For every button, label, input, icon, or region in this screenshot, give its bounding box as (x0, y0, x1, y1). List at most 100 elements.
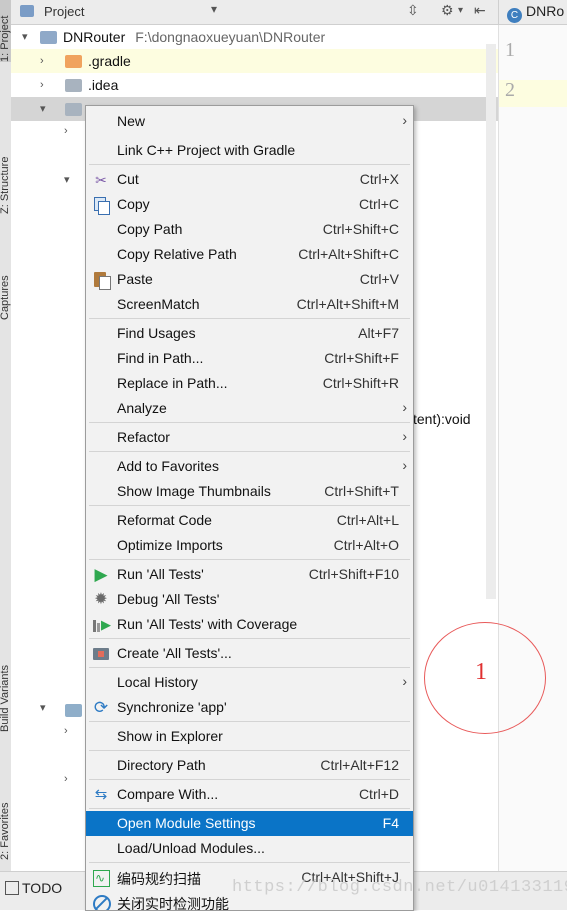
tree-item-label: .idea (88, 77, 119, 93)
line-number: 1 (505, 39, 515, 61)
menu-item-optimize-imports[interactable]: Optimize Imports Ctrl+Alt+O (86, 533, 413, 558)
menu-item-label: Local History (117, 674, 198, 690)
menu-item-run-all-tests[interactable]: ▶ Run 'All Tests' Ctrl+Shift+F10 (86, 562, 413, 587)
menu-separator (89, 505, 410, 506)
menu-item-label: Open Module Settings (117, 815, 256, 831)
menu-item-replace-in-path[interactable]: Replace in Path... Ctrl+Shift+R (86, 371, 413, 396)
menu-item-run-with-coverage[interactable]: ▶ Run 'All Tests' with Coverage (86, 612, 413, 637)
menu-separator (89, 318, 410, 319)
root-project-name: DNRouter (63, 29, 126, 45)
menu-item-label: Load/Unload Modules... (117, 840, 265, 856)
menu-item-copy[interactable]: Copy Ctrl+C (86, 192, 413, 217)
menu-item-debug-all-tests[interactable]: ✹ Debug 'All Tests' (86, 587, 413, 612)
menu-item-shortcut: Ctrl+D (358, 786, 399, 802)
menu-separator (89, 422, 410, 423)
tree-scrollbar[interactable] (486, 44, 496, 599)
submenu-arrow-icon: › (402, 399, 407, 415)
menu-item-shortcut: Ctrl+Shift+F10 (308, 566, 399, 582)
module-folder-icon (40, 31, 57, 44)
menu-item-cut[interactable]: ✂ Cut Ctrl+X (86, 167, 413, 192)
menu-item-shortcut: Ctrl+C (358, 196, 399, 212)
code-scan-icon: ∿ (92, 869, 110, 887)
expand-arrow-icon[interactable]: ▾ (22, 25, 28, 49)
submenu-arrow-icon: › (402, 428, 407, 444)
menu-item-refactor[interactable]: Refactor › (86, 425, 413, 450)
copy-icon (92, 196, 110, 215)
menu-item-label: Synchronize 'app' (117, 699, 227, 715)
menu-item-open-module-settings[interactable]: Open Module Settings F4 (86, 811, 413, 836)
collapse-arrow-icon[interactable]: › (40, 49, 44, 73)
expand-arrow-icon[interactable]: ▾ (40, 701, 46, 714)
view-dropdown-chevron-icon[interactable]: ▾ (211, 2, 217, 16)
structure-tool-tab[interactable]: Z: Structure (0, 118, 11, 214)
favorites-tool-tab[interactable]: 2: Favorites (0, 760, 11, 860)
submenu-arrow-icon: › (402, 673, 407, 689)
tree-row-idea[interactable]: › .idea (11, 73, 498, 97)
menu-item-label: Show in Explorer (117, 728, 223, 744)
project-view-title[interactable]: Project (44, 4, 84, 19)
menu-item-show-in-explorer[interactable]: Show in Explorer (86, 724, 413, 749)
menu-item-paste[interactable]: Paste Ctrl+V (86, 267, 413, 292)
gear-icon[interactable]: ⚙ (441, 2, 454, 19)
menu-item-link-cpp[interactable]: Link C++ Project with Gradle (86, 138, 413, 163)
expand-arrow-icon[interactable]: ▾ (40, 97, 46, 121)
project-view-icon (20, 5, 34, 17)
run-icon: ▶ (94, 565, 108, 584)
menu-item-label: Add to Favorites (117, 458, 219, 474)
menu-item-label: Run 'All Tests' (117, 566, 204, 582)
menu-separator (89, 559, 410, 560)
menu-item-shortcut: Ctrl+Shift+T (324, 483, 399, 499)
menu-item-label: 编码规约扫描 (117, 871, 201, 887)
captures-tool-tab[interactable]: Captures (0, 246, 11, 320)
menu-item-find-usages[interactable]: Find Usages Alt+F7 (86, 321, 413, 346)
menu-item-shortcut: Ctrl+Alt+L (336, 512, 399, 528)
menu-item-create-all-tests[interactable]: Create 'All Tests'... (86, 641, 413, 666)
editor-tab[interactable]: C DNRo (507, 3, 564, 23)
menu-item-screenmatch[interactable]: ScreenMatch Ctrl+Alt+Shift+M (86, 292, 413, 317)
menu-item-shortcut: Ctrl+V (359, 271, 399, 287)
collapse-all-icon[interactable]: ⇳ (407, 2, 419, 19)
collapse-arrow-icon[interactable]: › (64, 725, 68, 737)
menu-item-copy-path[interactable]: Copy Path Ctrl+Shift+C (86, 217, 413, 242)
menu-item-label: Show Image Thumbnails (117, 483, 271, 499)
menu-item-label: Analyze (117, 400, 167, 416)
editor-tab-bar: C DNRo (498, 0, 567, 25)
menu-item-shortcut: Ctrl+X (359, 171, 399, 187)
menu-separator (89, 451, 410, 452)
editor-tab-label: DNRo (526, 3, 565, 19)
menu-item-load-unload-modules[interactable]: Load/Unload Modules... (86, 836, 413, 861)
gear-dropdown-chevron-icon[interactable]: ▾ (458, 5, 463, 16)
menu-item-synchronize[interactable]: ⟳ Synchronize 'app' (86, 695, 413, 720)
tree-row-root[interactable]: ▾ DNRouter F:\dongnaoxueyuan\DNRouter (11, 25, 498, 49)
collapse-arrow-icon[interactable]: › (64, 125, 68, 137)
collapse-arrow-icon[interactable]: › (64, 773, 68, 785)
line-number: 2 (505, 79, 515, 101)
menu-item-show-image-thumbnails[interactable]: Show Image Thumbnails Ctrl+Shift+T (86, 479, 413, 504)
menu-item-label: Copy (117, 196, 150, 212)
menu-item-add-to-favorites[interactable]: Add to Favorites › (86, 454, 413, 479)
menu-separator (89, 638, 410, 639)
module-folder-icon (65, 103, 82, 116)
todo-icon (5, 881, 19, 895)
menu-item-local-history[interactable]: Local History › (86, 670, 413, 695)
menu-item-copy-relative-path[interactable]: Copy Relative Path Ctrl+Alt+Shift+C (86, 242, 413, 267)
build-variants-tool-tab[interactable]: Build Variants (0, 628, 11, 732)
sync-icon: ⟳ (93, 698, 109, 717)
todo-tool-tab[interactable]: TODO (22, 880, 62, 896)
menu-item-compare-with[interactable]: ⇆ Compare With... Ctrl+D (86, 782, 413, 807)
menu-item-analyze[interactable]: Analyze › (86, 396, 413, 421)
menu-item-find-in-path[interactable]: Find in Path... Ctrl+Shift+F (86, 346, 413, 371)
menu-item-label: Copy Relative Path (117, 246, 237, 262)
hide-panel-icon[interactable]: ⇤ (474, 2, 486, 19)
menu-item-label: Paste (117, 271, 153, 287)
project-tool-tab[interactable]: 1: Project (0, 0, 11, 62)
tree-row-gradle[interactable]: › .gradle (11, 49, 498, 73)
menu-item-new[interactable]: New › (86, 109, 413, 134)
collapse-arrow-icon[interactable]: › (40, 73, 44, 97)
disable-icon (92, 894, 111, 910)
menu-item-label: Find in Path... (117, 350, 204, 366)
menu-item-reformat-code[interactable]: Reformat Code Ctrl+Alt+L (86, 508, 413, 533)
menu-item-directory-path[interactable]: Directory Path Ctrl+Alt+F12 (86, 753, 413, 778)
expand-arrow-icon[interactable]: ▾ (64, 173, 70, 186)
menu-item-label: Run 'All Tests' with Coverage (117, 616, 298, 632)
